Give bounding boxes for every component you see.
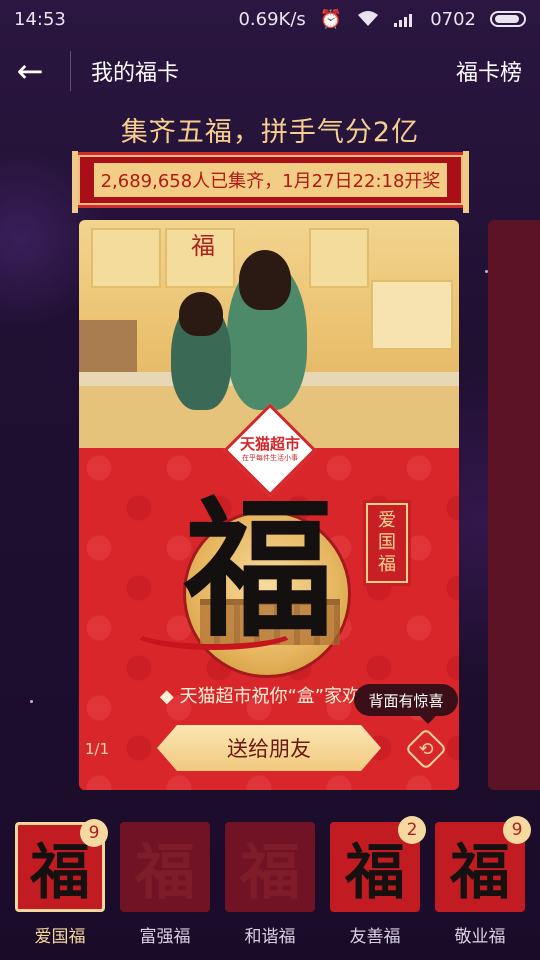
- fu-card-youshan[interactable]: 福 2: [330, 816, 426, 912]
- fu-name: 和谐福: [244, 927, 296, 947]
- fu-card-selector: 福 9 爱国福 福 富强福 福 和谐福 福 2 友善福 福 9 敬业福: [0, 816, 540, 960]
- fu-card-aiguo[interactable]: 福 9: [15, 819, 108, 912]
- fu-type-tag: 爱 国 福: [366, 503, 408, 583]
- top-nav: ← 我的福卡 福卡榜: [0, 38, 540, 104]
- boy-hair: [179, 292, 223, 336]
- banner-text: 2,689,658人已集齐，1月27日22:18开奖: [100, 171, 441, 192]
- fu-name: 爱国福: [34, 927, 86, 947]
- fu-name: 友善福: [349, 927, 401, 947]
- count-badge: 9: [503, 816, 531, 844]
- signal-icon: [394, 14, 413, 27]
- woman-hair: [239, 250, 291, 310]
- cabinet: [91, 228, 161, 288]
- fu-decoration-icon: 福: [191, 232, 215, 260]
- banner-inner: 2,689,658人已集齐，1月27日22:18开奖: [94, 163, 447, 197]
- refresh-icon: ⟲: [418, 738, 434, 760]
- fu-card-main: 福 天猫超市 在乎每件生活小事 福 爱 国 福 ◆ 天猫超市祝你“盒”家欢乐 背…: [79, 220, 459, 790]
- back-arrow-icon: ←: [16, 52, 44, 90]
- box: [79, 320, 137, 372]
- fu-card-hexie[interactable]: 福: [225, 822, 315, 912]
- wifi-icon: [358, 11, 379, 26]
- tag-char: 爱: [378, 510, 396, 531]
- count-badge: 2: [398, 816, 426, 844]
- fu-card-fuqiang[interactable]: 福: [120, 822, 210, 912]
- fu-card-jingye[interactable]: 福 9: [435, 816, 531, 912]
- fu-glyph: 福: [450, 837, 510, 908]
- fu-name: 富强福: [139, 927, 191, 947]
- battery-icon: [490, 11, 526, 27]
- network-speed: 0.69K/s: [238, 8, 306, 30]
- nav-divider: [70, 51, 71, 91]
- alarm-icon: ⏰: [319, 8, 343, 30]
- page-title: 我的福卡: [91, 61, 180, 86]
- tmall-logo-text: 天猫超市: [239, 435, 300, 453]
- back-surprise-tooltip[interactable]: 背面有惊喜: [354, 684, 458, 724]
- headline: 集齐五福，拼手气分2亿: [120, 117, 420, 148]
- star-dot: [30, 700, 33, 703]
- tag-char: 国: [378, 532, 396, 553]
- fu-glyph: 福: [345, 837, 405, 908]
- status-time: 14:53: [14, 8, 66, 30]
- back-button[interactable]: ←: [0, 38, 60, 104]
- shelf: [371, 280, 453, 350]
- tmall-logo-sub: 在乎每件生活小事: [242, 454, 298, 462]
- cabinet: [309, 228, 369, 288]
- fu-character: 福: [183, 482, 334, 658]
- fu-glyph: 福: [240, 837, 300, 908]
- collected-banner: 2,689,658人已集齐，1月27日22:18开奖: [72, 151, 469, 213]
- leaderboard-link[interactable]: 福卡榜: [456, 55, 522, 87]
- tag-char: 福: [378, 554, 396, 575]
- status-bar: 14:53 0.69K/s ⏰ 0702: [0, 0, 540, 38]
- card-counter: 1/1: [85, 740, 110, 758]
- count-badge: 9: [80, 819, 108, 847]
- status-right: 0.69K/s ⏰ 0702: [238, 9, 526, 30]
- fu-name: 敬业福: [454, 927, 506, 947]
- status-clock: 0702: [430, 8, 476, 30]
- fu-glyph: 福: [135, 837, 195, 908]
- next-card-preview[interactable]: [488, 220, 540, 790]
- send-to-friend-button[interactable]: 送给朋友: [157, 725, 381, 771]
